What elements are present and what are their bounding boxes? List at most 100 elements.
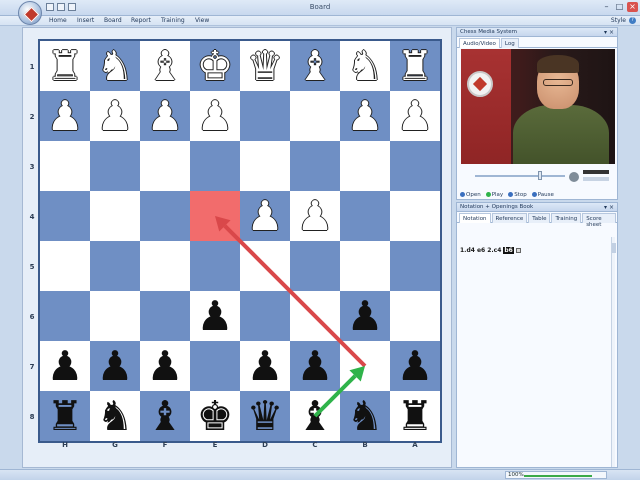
notation-tab-training[interactable]: Training <box>551 213 582 223</box>
help-icon[interactable]: ? <box>629 17 636 24</box>
white-pawn-icon[interactable]: ♟ <box>147 95 184 137</box>
square-f8[interactable]: ♝ <box>140 391 190 441</box>
square-h2[interactable]: ♟ <box>40 91 90 141</box>
scrollbar-thumb[interactable] <box>612 243 616 253</box>
white-pawn-icon[interactable]: ♟ <box>347 95 384 137</box>
white-pawn-icon[interactable]: ♟ <box>97 95 134 137</box>
square-d3[interactable] <box>240 141 290 191</box>
square-a7[interactable]: ♟ <box>390 341 440 391</box>
square-d7[interactable]: ♟ <box>240 341 290 391</box>
style-menu[interactable]: Style <box>611 17 626 24</box>
square-b8[interactable]: ♞ <box>340 391 390 441</box>
square-f1[interactable]: ♝ <box>140 41 190 91</box>
square-g8[interactable]: ♞ <box>90 391 140 441</box>
square-f4[interactable] <box>140 191 190 241</box>
volume-icon[interactable] <box>569 172 579 182</box>
notation-tab-reference[interactable]: Reference <box>491 213 528 223</box>
notation-tab-notation[interactable]: Notation <box>459 213 491 223</box>
application-menu-button[interactable] <box>18 1 42 25</box>
volume-slider[interactable] <box>583 177 609 181</box>
square-g4[interactable] <box>90 191 140 241</box>
black-bishop-icon[interactable]: ♝ <box>147 395 184 437</box>
square-e7[interactable] <box>190 341 240 391</box>
square-b3[interactable] <box>340 141 390 191</box>
black-pawn-icon[interactable]: ♟ <box>147 345 184 387</box>
square-e5[interactable] <box>190 241 240 291</box>
square-h6[interactable] <box>40 291 90 341</box>
white-king-icon[interactable]: ♚ <box>197 45 234 87</box>
square-c1[interactable]: ♝ <box>290 41 340 91</box>
open-button[interactable]: Open <box>460 192 481 198</box>
white-bishop-icon[interactable]: ♝ <box>297 45 334 87</box>
black-pawn-icon[interactable]: ♟ <box>97 345 134 387</box>
maximize-button[interactable]: □ <box>614 2 625 12</box>
seek-slider-thumb[interactable] <box>538 171 542 180</box>
square-c3[interactable] <box>290 141 340 191</box>
move-annotation-icon[interactable] <box>515 248 521 253</box>
square-a5[interactable] <box>390 241 440 291</box>
seek-slider[interactable] <box>475 175 565 177</box>
white-bishop-icon[interactable]: ♝ <box>147 45 184 87</box>
black-pawn-icon[interactable]: ♟ <box>397 345 434 387</box>
white-rook-icon[interactable]: ♜ <box>397 45 434 87</box>
white-pawn-icon[interactable]: ♟ <box>47 95 84 137</box>
notation-panel-pin-icon[interactable]: ▾ × <box>604 203 614 212</box>
media-panel-pin-icon[interactable]: ▾ × <box>604 28 614 37</box>
square-h7[interactable]: ♟ <box>40 341 90 391</box>
play-button[interactable]: Play <box>485 192 503 198</box>
square-h4[interactable] <box>40 191 90 241</box>
close-button[interactable]: × <box>627 2 638 12</box>
media-tab-log[interactable]: Log <box>500 38 519 48</box>
move[interactable]: e6 <box>477 247 485 254</box>
black-pawn-icon[interactable]: ♟ <box>247 345 284 387</box>
square-a6[interactable] <box>390 291 440 341</box>
menu-report[interactable]: Report <box>131 17 151 24</box>
zoom-control[interactable]: 100% <box>505 471 607 479</box>
square-f2[interactable]: ♟ <box>140 91 190 141</box>
white-queen-icon[interactable]: ♛ <box>247 45 284 87</box>
move[interactable]: 2.c4 <box>487 247 501 254</box>
square-a3[interactable] <box>390 141 440 191</box>
square-c8[interactable]: ♝ <box>290 391 340 441</box>
square-f5[interactable] <box>140 241 190 291</box>
chess-board[interactable]: ♜ ♞ ♝ ♚ ♛ ♝ ♞ ♜ ♟ ♟ ♟ ♟ ♟ ♟ ♟ ♟ ♟ ♟ ♟ ♟ ♟ ♟ ♟ ♟ ♜ ♞ ♝ ♚ ♛ ♝ ♞ ♜ <box>38 39 442 443</box>
square-e2[interactable]: ♟ <box>190 91 240 141</box>
white-pawn-icon[interactable]: ♟ <box>397 95 434 137</box>
square-g7[interactable]: ♟ <box>90 341 140 391</box>
black-pawn-icon[interactable]: ♟ <box>197 295 234 337</box>
black-rook-icon[interactable]: ♜ <box>397 395 434 437</box>
square-b5[interactable] <box>340 241 390 291</box>
black-king-icon[interactable]: ♚ <box>197 395 234 437</box>
notation-tab-score-sheet[interactable]: Score sheet <box>582 213 616 228</box>
square-e1[interactable]: ♚ <box>190 41 240 91</box>
black-bishop-icon[interactable]: ♝ <box>297 395 334 437</box>
square-f3[interactable] <box>140 141 190 191</box>
square-b6[interactable]: ♟ <box>340 291 390 341</box>
square-d6[interactable] <box>240 291 290 341</box>
square-d4[interactable]: ♟ <box>240 191 290 241</box>
square-c4[interactable]: ♟ <box>290 191 340 241</box>
square-g3[interactable] <box>90 141 140 191</box>
square-h3[interactable] <box>40 141 90 191</box>
black-pawn-icon[interactable]: ♟ <box>347 295 384 337</box>
menu-insert[interactable]: Insert <box>77 17 94 24</box>
square-c2[interactable] <box>290 91 340 141</box>
black-knight-icon[interactable]: ♞ <box>347 395 384 437</box>
square-e4[interactable] <box>190 191 240 241</box>
square-b7[interactable] <box>340 341 390 391</box>
menu-board[interactable]: Board <box>104 17 122 24</box>
square-g5[interactable] <box>90 241 140 291</box>
move[interactable]: 1.d4 <box>460 247 475 254</box>
stop-button[interactable]: Stop <box>508 192 527 198</box>
square-b1[interactable]: ♞ <box>340 41 390 91</box>
square-e3[interactable] <box>190 141 240 191</box>
square-d5[interactable] <box>240 241 290 291</box>
minimize-button[interactable]: – <box>601 2 612 12</box>
square-f6[interactable] <box>140 291 190 341</box>
square-e6[interactable]: ♟ <box>190 291 240 341</box>
white-rook-icon[interactable]: ♜ <box>47 45 84 87</box>
square-d8[interactable]: ♛ <box>240 391 290 441</box>
square-f7[interactable]: ♟ <box>140 341 190 391</box>
media-tab-audio-video[interactable]: Audio/Video <box>459 38 500 48</box>
menu-training[interactable]: Training <box>161 17 185 24</box>
